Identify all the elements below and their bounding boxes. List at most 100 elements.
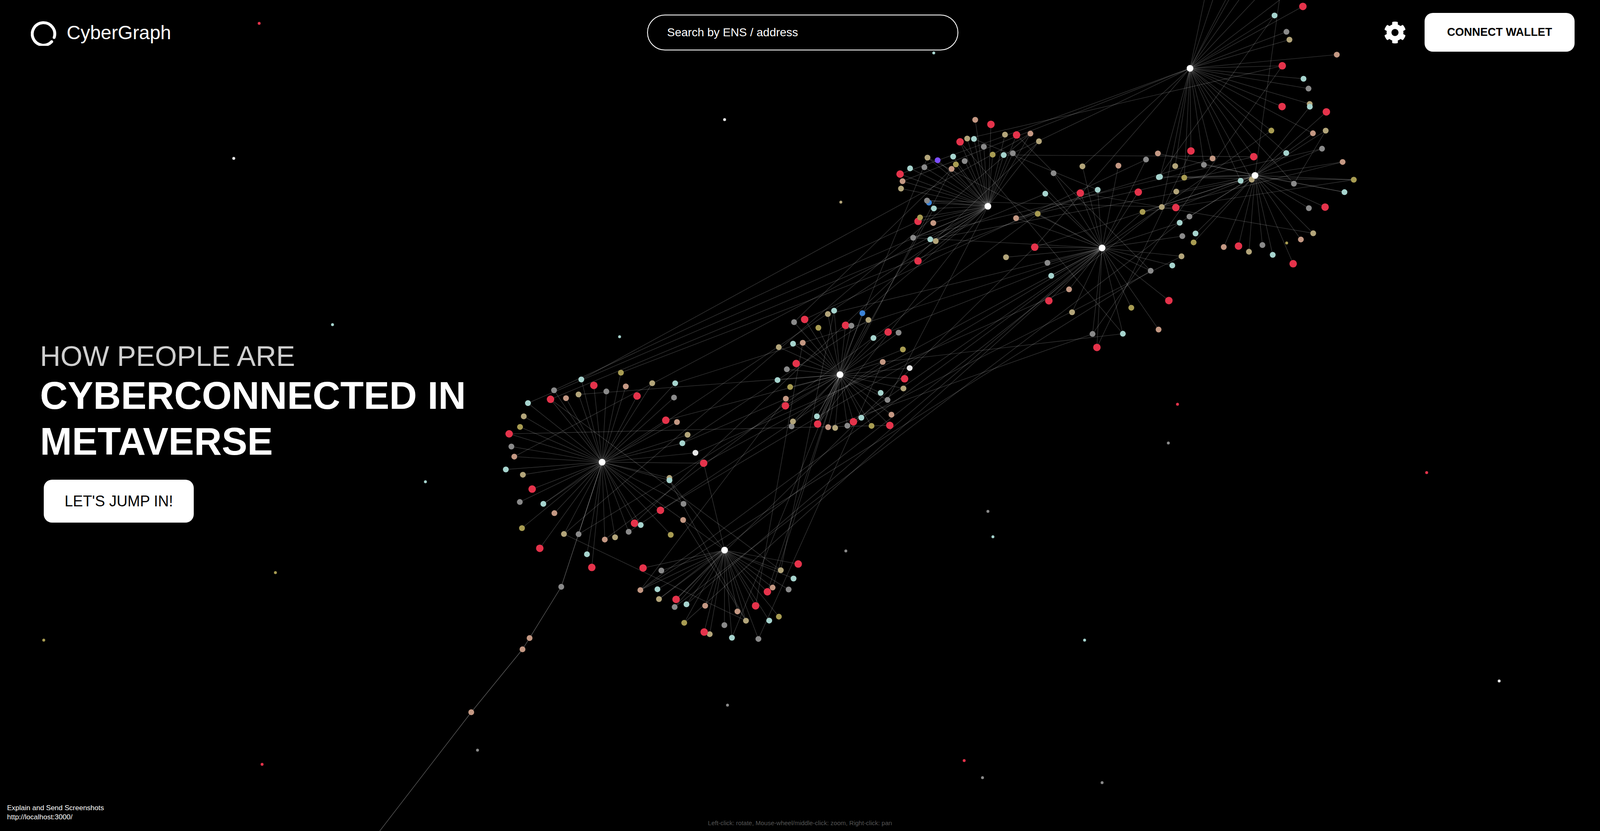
- graph-node[interactable]: [1044, 260, 1051, 266]
- graph-node[interactable]: [1010, 150, 1016, 157]
- search-input[interactable]: [647, 14, 959, 51]
- graph-node[interactable]: [972, 117, 978, 123]
- graph-node[interactable]: [1120, 330, 1126, 337]
- graph-hub[interactable]: [721, 546, 728, 554]
- graph-node[interactable]: [899, 178, 906, 185]
- graph-hub[interactable]: [984, 202, 992, 210]
- graph-node[interactable]: [1035, 210, 1041, 217]
- graph-node[interactable]: [1278, 102, 1286, 111]
- graph-node[interactable]: [679, 440, 686, 446]
- graph-node[interactable]: [1158, 204, 1165, 210]
- graph-node[interactable]: [1147, 267, 1154, 274]
- graph-node[interactable]: [813, 420, 822, 428]
- graph-node[interactable]: [681, 619, 688, 626]
- graph-node[interactable]: [1300, 75, 1307, 82]
- graph-node[interactable]: [625, 528, 632, 535]
- graph-node[interactable]: [683, 601, 690, 608]
- graph-node[interactable]: [1179, 233, 1186, 240]
- graph-node[interactable]: [1165, 296, 1173, 305]
- graph-hub[interactable]: [1186, 65, 1194, 72]
- graph-node[interactable]: [1089, 330, 1096, 337]
- graph-node[interactable]: [790, 418, 796, 425]
- graph-node[interactable]: [1322, 107, 1330, 116]
- graph-node[interactable]: [1172, 203, 1180, 212]
- graph-node[interactable]: [1286, 36, 1293, 43]
- graph-node[interactable]: [637, 522, 644, 528]
- graph-node[interactable]: [1176, 220, 1183, 226]
- graph-node[interactable]: [877, 390, 884, 396]
- graph-node[interactable]: [950, 153, 957, 160]
- graph-node[interactable]: [751, 602, 760, 610]
- graph-node[interactable]: [791, 319, 798, 325]
- graph-node[interactable]: [884, 328, 892, 336]
- debug-label[interactable]: Explain and Send Screenshotshttp://local…: [7, 803, 105, 822]
- graph-node[interactable]: [612, 534, 618, 540]
- graph-node[interactable]: [763, 587, 772, 596]
- graph-node[interactable]: [1259, 242, 1266, 248]
- graph-node[interactable]: [662, 416, 670, 424]
- graph-node[interactable]: [868, 422, 875, 429]
- graph-node[interactable]: [1139, 209, 1146, 215]
- graph-node[interactable]: [964, 135, 970, 142]
- graph-node[interactable]: [888, 411, 895, 418]
- graph-node[interactable]: [622, 383, 629, 390]
- graph-node[interactable]: [525, 400, 531, 406]
- graph-node[interactable]: [1278, 62, 1286, 70]
- graph-node[interactable]: [1271, 12, 1278, 19]
- graph-node[interactable]: [1013, 215, 1020, 221]
- graph-node[interactable]: [680, 500, 687, 507]
- graph-node[interactable]: [617, 369, 624, 376]
- graph-node[interactable]: [775, 344, 782, 350]
- graph-node[interactable]: [961, 157, 968, 164]
- graph-node[interactable]: [825, 424, 831, 430]
- graph-node[interactable]: [656, 506, 665, 514]
- graph-node[interactable]: [832, 425, 838, 431]
- graph-node[interactable]: [924, 197, 930, 204]
- graph-node[interactable]: [540, 500, 547, 507]
- graph-node[interactable]: [1128, 304, 1135, 311]
- graph-node[interactable]: [680, 517, 687, 523]
- graph-node[interactable]: [601, 536, 608, 543]
- graph-node[interactable]: [1289, 260, 1298, 268]
- graph-node[interactable]: [520, 413, 527, 420]
- graph-node[interactable]: [546, 395, 555, 403]
- graph-node[interactable]: [1155, 150, 1161, 157]
- graph-node[interactable]: [766, 617, 773, 624]
- graph-node[interactable]: [1192, 230, 1199, 237]
- graph-node[interactable]: [781, 402, 790, 410]
- graph-node[interactable]: [672, 595, 680, 603]
- graph-node[interactable]: [1172, 163, 1178, 170]
- graph-node[interactable]: [775, 613, 782, 620]
- graph-node[interactable]: [630, 519, 639, 527]
- graph-node[interactable]: [511, 453, 518, 460]
- graph-node[interactable]: [1050, 170, 1057, 177]
- graph-node[interactable]: [906, 365, 913, 371]
- graph-node[interactable]: [1299, 2, 1307, 10]
- graph-node[interactable]: [1333, 51, 1340, 58]
- graph-node[interactable]: [519, 646, 526, 653]
- graph-node[interactable]: [1310, 130, 1316, 137]
- graph-node[interactable]: [870, 335, 877, 341]
- graph-node[interactable]: [1321, 203, 1329, 211]
- graph-node[interactable]: [671, 604, 678, 610]
- graph-node[interactable]: [900, 346, 906, 353]
- graph-node[interactable]: [1250, 152, 1258, 161]
- graph-node[interactable]: [1245, 248, 1252, 255]
- settings-gear-icon[interactable]: [1383, 21, 1407, 44]
- graph-node[interactable]: [519, 525, 525, 531]
- graph-node[interactable]: [1283, 150, 1290, 156]
- graph-node[interactable]: [1002, 254, 1009, 260]
- graph-node[interactable]: [700, 459, 708, 467]
- graph-node[interactable]: [584, 551, 590, 558]
- graph-node[interactable]: [895, 329, 902, 336]
- graph-node[interactable]: [858, 414, 865, 421]
- graph-node[interactable]: [671, 394, 678, 401]
- graph-node[interactable]: [921, 164, 928, 170]
- graph-node[interactable]: [848, 322, 855, 329]
- graph-node[interactable]: [1093, 343, 1101, 352]
- graph-node[interactable]: [551, 387, 558, 393]
- graph-node[interactable]: [1270, 251, 1276, 258]
- graph-node[interactable]: [551, 510, 558, 516]
- graph-node[interactable]: [562, 395, 569, 401]
- graph-node[interactable]: [1339, 159, 1346, 165]
